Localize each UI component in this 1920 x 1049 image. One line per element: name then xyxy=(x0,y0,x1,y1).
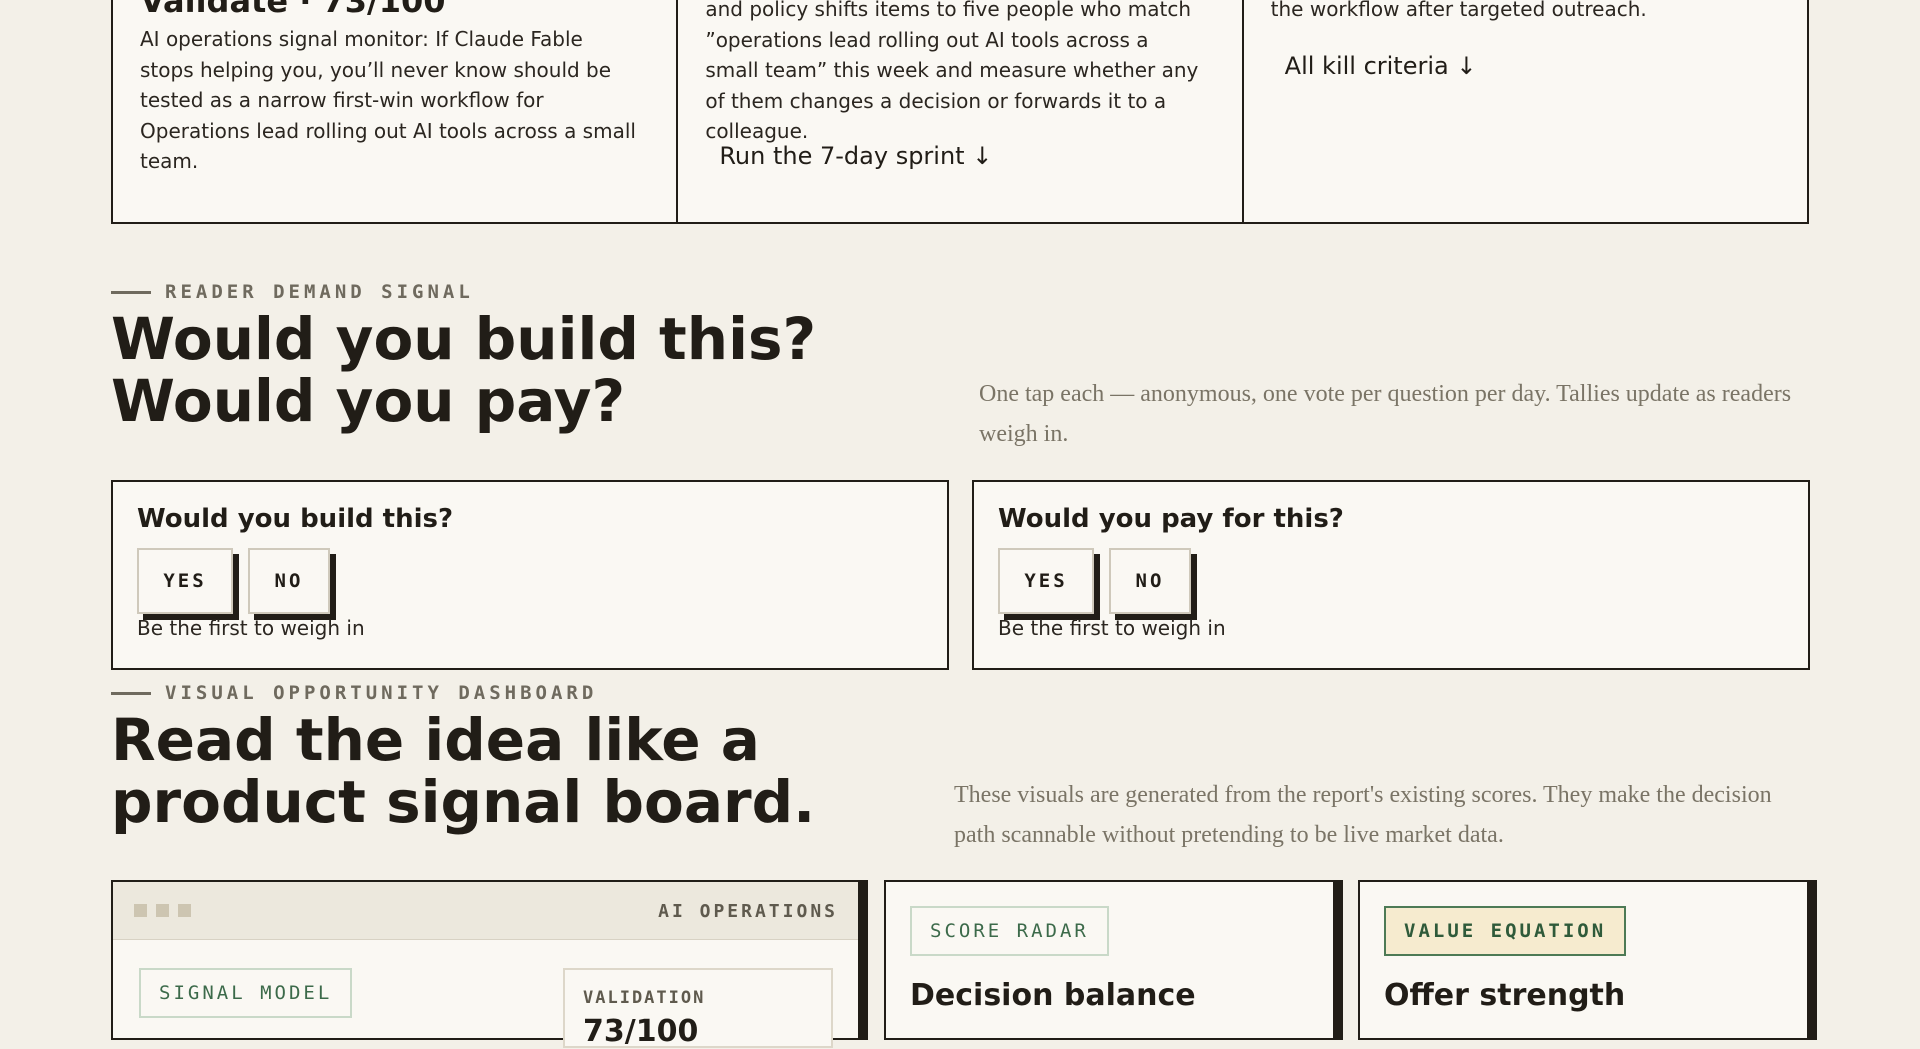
eyebrow-rule xyxy=(111,290,151,294)
signal-model-card: AI OPERATIONS SIGNAL MODEL VALIDATION 73… xyxy=(111,880,860,1049)
verdict-summary: AI operations signal monitor: If Claude … xyxy=(140,27,636,173)
top-cards-row: Validate · 73/100 AI operations signal m… xyxy=(111,0,1809,224)
demand-eyebrow: READER DEMAND SIGNAL xyxy=(111,281,474,303)
build-question: Would you build this? xyxy=(137,504,454,534)
build-yes-button[interactable]: YES xyxy=(137,548,233,614)
dashboard-eyebrow: VISUAL OPPORTUNITY DASHBOARD xyxy=(111,682,597,704)
dashboard-intro: These visuals are generated from the rep… xyxy=(954,782,1772,848)
pay-yes-button[interactable]: YES xyxy=(998,548,1094,614)
build-vote-card: Would you build this? YES NO Be the firs… xyxy=(111,480,949,670)
pay-no-button[interactable]: NO xyxy=(1109,548,1191,614)
radar-title: Decision balance xyxy=(910,978,1196,1013)
sprint-card: and policy shifts items to five people w… xyxy=(678,0,1244,222)
value-equation-card: VALUE EQUATION Offer strength xyxy=(1358,880,1809,1040)
demand-intro: One tap each — anonymous, one vote per q… xyxy=(979,381,1792,447)
build-vote-note: Be the first to weigh in xyxy=(137,616,365,640)
run-sprint-link[interactable]: Run the 7-day sprint ↓ xyxy=(719,142,992,170)
dashboard-eyebrow-label: VISUAL OPPORTUNITY DASHBOARD xyxy=(165,682,598,704)
value-title: Offer strength xyxy=(1384,978,1626,1013)
validation-box: VALIDATION 73/100 xyxy=(563,968,833,1049)
sprint-description: and policy shifts items to five people w… xyxy=(705,0,1199,143)
value-equation-chip: VALUE EQUATION xyxy=(1384,906,1627,956)
validation-value: 73/100 xyxy=(583,1014,699,1049)
dashboard-title: Read the idea like a product signal boar… xyxy=(111,706,816,836)
kill-criteria-card: the workflow after targeted outreach. Al… xyxy=(1244,0,1807,222)
validation-label: VALIDATION xyxy=(583,988,706,1008)
window-label: AI OPERATIONS xyxy=(658,901,838,922)
pay-vote-card: Would you pay for this? YES NO Be the fi… xyxy=(972,480,1810,670)
kill-criteria-description: the workflow after targeted outreach. xyxy=(1270,0,1647,21)
window-dot-icon xyxy=(156,904,169,917)
build-no-button[interactable]: NO xyxy=(248,548,330,614)
pay-question: Would you pay for this? xyxy=(998,504,1344,534)
demand-title: Would you build this? Would you pay? xyxy=(111,305,817,435)
score-radar-chip: SCORE RADAR xyxy=(910,906,1109,956)
demand-eyebrow-label: READER DEMAND SIGNAL xyxy=(165,281,474,303)
window-titlebar: AI OPERATIONS xyxy=(113,882,858,940)
pay-vote-note: Be the first to weigh in xyxy=(998,616,1226,640)
window-dot-icon xyxy=(178,904,191,917)
signal-model-chip: SIGNAL MODEL xyxy=(139,968,353,1018)
window-dot-icon xyxy=(134,904,147,917)
eyebrow-rule xyxy=(111,691,151,695)
verdict-heading: Validate · 73/100 xyxy=(140,0,446,20)
score-radar-card: SCORE RADAR Decision balance xyxy=(884,880,1335,1040)
kill-criteria-link[interactable]: All kill criteria ↓ xyxy=(1285,52,1477,80)
verdict-card: Validate · 73/100 AI operations signal m… xyxy=(113,0,679,222)
